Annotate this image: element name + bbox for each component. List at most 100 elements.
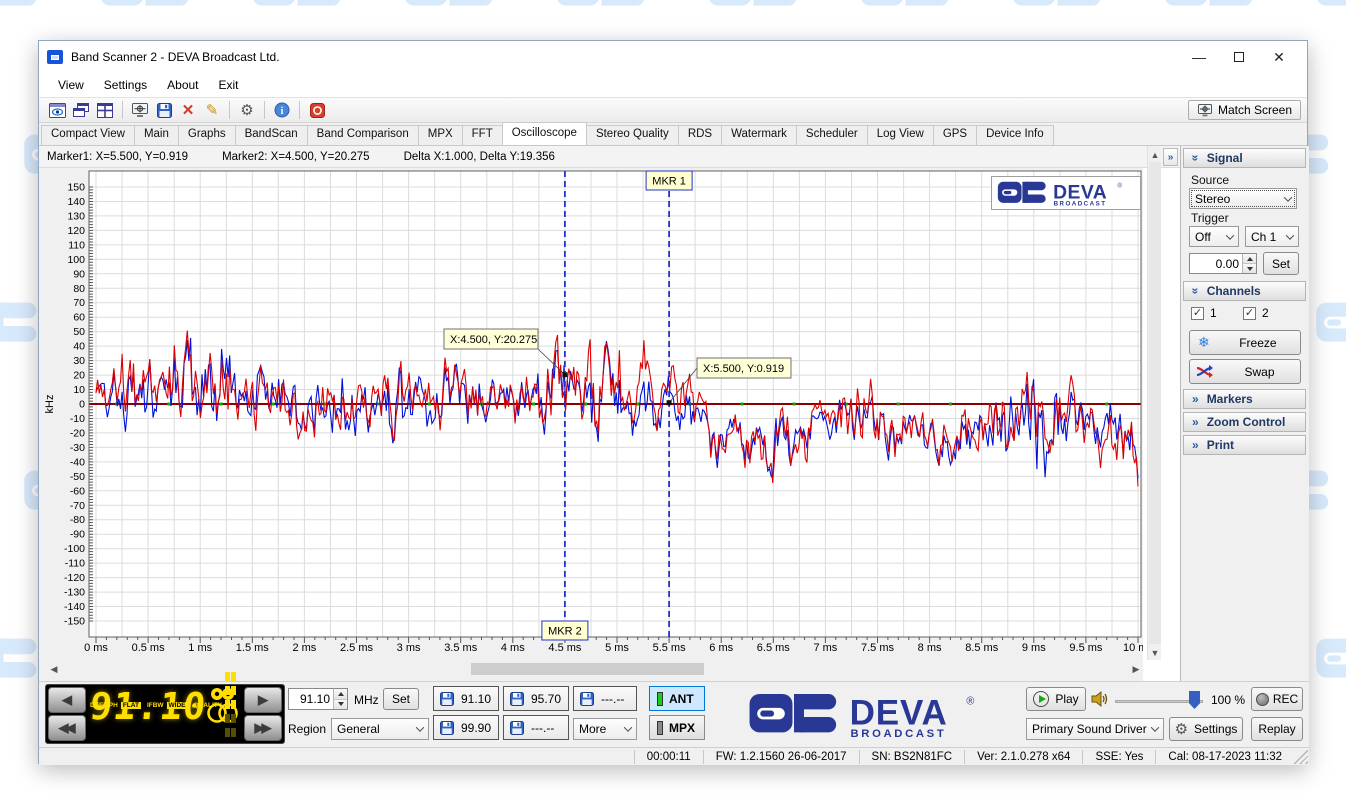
resize-grip[interactable] — [1294, 750, 1308, 764]
tab-device-info[interactable]: Device Info — [976, 125, 1054, 145]
antenna-indicator — [657, 692, 663, 706]
menu-item-settings[interactable]: Settings — [95, 75, 156, 95]
match-screen-icon — [1197, 103, 1213, 117]
preview-icon[interactable] — [45, 99, 69, 121]
settings-gear-icon[interactable]: ⚙ — [235, 99, 259, 121]
trigger-set-button[interactable]: Set — [1263, 252, 1299, 275]
audio-settings-button[interactable]: ⚙ Settings — [1169, 717, 1243, 741]
vertical-scrollbar[interactable]: ▲ ▼ — [1147, 146, 1161, 660]
tab-fft[interactable]: FFT — [462, 125, 503, 145]
preset-button-5[interactable]: ---.-- — [503, 715, 569, 740]
scroll-right-icon[interactable]: ▶ — [1129, 662, 1143, 676]
svg-text:-70: -70 — [70, 500, 85, 512]
zoom-control-panel-header[interactable]: » Zoom Control — [1183, 412, 1306, 432]
lcd-indicators: DEEMPH FLAT IFBW WIDE QUALITY — [90, 670, 242, 740]
sound-driver-select[interactable]: Primary Sound Driver — [1026, 718, 1164, 740]
tab-rds[interactable]: RDS — [678, 125, 722, 145]
volume-slider-thumb[interactable] — [1189, 691, 1200, 709]
edit-icon[interactable]: ✎ — [200, 99, 224, 121]
spin-down-icon[interactable] — [334, 699, 347, 710]
frequency-spinner[interactable]: 91.10 — [288, 688, 348, 710]
set-frequency-button[interactable]: Set — [383, 688, 419, 710]
tab-watermark[interactable]: Watermark — [721, 125, 797, 145]
signal-panel-header[interactable]: » Signal — [1183, 148, 1306, 168]
svg-text:BROADCAST: BROADCAST — [851, 728, 947, 740]
speaker-icon — [1091, 690, 1109, 708]
scroll-down-icon[interactable]: ▼ — [1148, 646, 1162, 660]
trigger-channel-select[interactable]: Ch 1 — [1245, 226, 1299, 247]
chevron-down-icon: » — [1189, 155, 1201, 162]
tab-band-comparison[interactable]: Band Comparison — [307, 125, 419, 145]
power-icon[interactable] — [305, 99, 329, 121]
spin-up-icon[interactable] — [1243, 254, 1256, 263]
match-screen-label: Match Screen — [1218, 103, 1292, 117]
scroll-up-icon[interactable]: ▲ — [1148, 148, 1162, 162]
channel-1-checkbox[interactable]: ✓ 1 — [1191, 306, 1217, 320]
tune-up-button[interactable]: ▶ — [244, 687, 282, 713]
freeze-button[interactable]: ❄ Freeze — [1189, 330, 1301, 355]
print-panel-header[interactable]: » Print — [1183, 435, 1306, 455]
info-icon[interactable]: i — [270, 99, 294, 121]
floppy-icon — [510, 721, 524, 735]
replay-button[interactable]: Replay — [1251, 717, 1303, 741]
source-select[interactable]: Stereo — [1189, 188, 1297, 209]
save-icon[interactable] — [152, 99, 176, 121]
channel-2-checkbox[interactable]: ✓ 2 — [1243, 306, 1269, 320]
swap-button[interactable]: Swap — [1189, 359, 1301, 384]
markers-panel-header[interactable]: » Markers — [1183, 389, 1306, 409]
horizontal-scroll-thumb[interactable] — [471, 663, 704, 675]
tab-gps[interactable]: GPS — [933, 125, 977, 145]
preset-button-3[interactable]: ---.-- — [573, 686, 637, 711]
tab-mpx[interactable]: MPX — [418, 125, 463, 145]
svg-text:-80: -80 — [70, 514, 85, 526]
tab-main[interactable]: Main — [134, 125, 179, 145]
tab-compact-view[interactable]: Compact View — [41, 125, 135, 145]
spin-down-icon[interactable] — [1243, 263, 1256, 273]
tab-scheduler[interactable]: Scheduler — [796, 125, 868, 145]
cascade-windows-icon[interactable] — [69, 99, 93, 121]
y-axis-title: kHz — [44, 395, 56, 414]
menu-item-view[interactable]: View — [49, 75, 93, 95]
seek-up-button[interactable]: ▶▶ — [244, 715, 282, 741]
antenna-toggle-button[interactable]: ANT — [649, 686, 705, 711]
more-presets-select[interactable]: More — [573, 718, 637, 740]
tile-windows-icon[interactable] — [93, 99, 117, 121]
preset-button-2[interactable]: 95.70 — [503, 686, 569, 711]
record-button[interactable]: REC — [1251, 687, 1303, 711]
tune-down-button[interactable]: ◀ — [48, 687, 86, 713]
vertical-scroll-thumb[interactable] — [1149, 162, 1161, 644]
tab-stereo-quality[interactable]: Stereo Quality — [586, 125, 679, 145]
quality-bar-meter — [225, 670, 242, 740]
menu-item-about[interactable]: About — [158, 75, 207, 95]
match-screen-button[interactable]: Match Screen — [1188, 100, 1301, 120]
marker-label-1[interactable]: MKR 1 — [646, 171, 692, 190]
region-select[interactable]: General — [331, 718, 429, 740]
oscilloscope-chart-area[interactable]: 1501401301201101009080706050403020100-10… — [39, 168, 1143, 681]
minimize-button[interactable]: — — [1179, 44, 1219, 70]
play-button[interactable]: Play — [1026, 687, 1086, 711]
close-button[interactable]: ✕ — [1259, 44, 1299, 70]
scroll-left-icon[interactable]: ◀ — [47, 662, 61, 676]
svg-text:6.5 ms: 6.5 ms — [757, 642, 791, 654]
oscilloscope-plot[interactable]: 1501401301201101009080706050403020100-10… — [39, 168, 1143, 660]
maximize-button[interactable] — [1219, 44, 1259, 70]
svg-text:-50: -50 — [70, 471, 85, 483]
preset-button-4[interactable]: 99.90 — [433, 715, 499, 740]
tab-bandscan[interactable]: BandScan — [235, 125, 308, 145]
delete-icon[interactable]: ✕ — [176, 99, 200, 121]
tab-log-view[interactable]: Log View — [867, 125, 934, 145]
menu-item-exit[interactable]: Exit — [210, 75, 248, 95]
mpx-toggle-button[interactable]: MPX — [649, 715, 705, 740]
trigger-level-spinner[interactable]: 0.00 — [1189, 253, 1257, 274]
marker-label-2[interactable]: MKR 2 — [542, 621, 588, 640]
tab-oscilloscope[interactable]: Oscilloscope — [502, 122, 587, 145]
tab-graphs[interactable]: Graphs — [178, 125, 236, 145]
match-screen-icon[interactable] — [128, 99, 152, 121]
channels-panel-header[interactable]: » Channels — [1183, 281, 1306, 301]
spin-up-icon[interactable] — [334, 689, 347, 699]
trigger-mode-select[interactable]: Off — [1189, 226, 1239, 247]
preset-button-1[interactable]: 91.10 — [433, 686, 499, 711]
seek-down-button[interactable]: ◀◀ — [48, 715, 86, 741]
svg-text:-150: -150 — [64, 616, 85, 628]
side-panel-collapse-button[interactable]: » — [1163, 148, 1178, 166]
